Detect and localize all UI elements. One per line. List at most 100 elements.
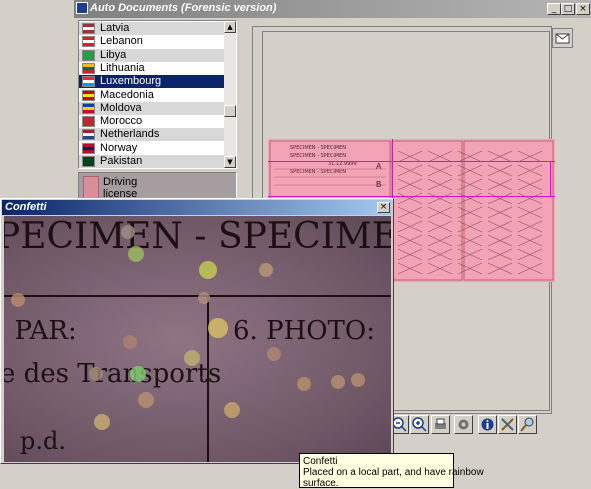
country-list[interactable]: Latvia Lebanon Libya Lithuania Luxembourg Mac… xyxy=(78,20,237,169)
magnifier-icon xyxy=(520,417,534,432)
flag-icon xyxy=(82,36,95,48)
confetti-dot xyxy=(331,375,345,389)
close-button[interactable]: × xyxy=(576,3,590,15)
confetti-dot xyxy=(208,318,228,338)
country-item-latvia[interactable]: Latvia xyxy=(79,22,224,35)
scroll-up-arrow-icon[interactable]: ▲ xyxy=(224,21,236,33)
cross-mark xyxy=(427,206,453,219)
svg-text:SPECIMEN - SPECIMEN: SPECIMEN - SPECIMEN xyxy=(290,145,346,151)
confetti-dot xyxy=(351,373,365,387)
scroll-down-arrow-icon[interactable]: ▼ xyxy=(224,156,236,168)
country-item-lithuania[interactable]: Lithuania xyxy=(79,62,224,75)
confetti-dot xyxy=(184,350,200,366)
cross-mark xyxy=(517,220,543,233)
flag-icon xyxy=(82,116,95,128)
country-list-scrollbar[interactable]: ▲ ▼ xyxy=(224,21,236,168)
flag-icon xyxy=(82,76,95,88)
country-item-netherlands[interactable]: Netherlands xyxy=(79,128,224,142)
settings-button[interactable] xyxy=(454,415,473,434)
driving-license-thumbnail-icon xyxy=(83,176,99,200)
flag-icon xyxy=(82,102,95,114)
country-name: Luxembourg xyxy=(100,75,162,88)
confetti-dot xyxy=(297,377,311,391)
cross-mark xyxy=(487,192,513,205)
country-name: Norway xyxy=(100,141,138,154)
confetti-window: Confetti × PECIMEN - SPECIMEN . PAR: 6. … xyxy=(0,198,394,464)
confetti-dot xyxy=(128,246,144,262)
envelope-icon xyxy=(555,33,570,44)
zoom-in-button[interactable] xyxy=(410,415,429,434)
confetti-magnified-image[interactable]: PECIMEN - SPECIMEN . PAR: 6. PHOTO: e de… xyxy=(4,216,391,462)
minimize-button[interactable]: _ xyxy=(547,3,561,15)
confetti-dot xyxy=(224,402,240,418)
confetti-close-button[interactable]: × xyxy=(377,202,390,213)
country-item-macedonia[interactable]: Macedonia xyxy=(79,89,224,102)
cross-mark xyxy=(427,248,453,261)
envelope-button[interactable] xyxy=(552,28,573,48)
country-item-pakistan[interactable]: Pakistan xyxy=(79,155,224,168)
cross-mark xyxy=(487,262,513,275)
confetti-tooltip: Confetti Placed on a local part, and hav… xyxy=(299,453,484,489)
country-name: Latvia xyxy=(100,22,130,34)
country-item-luxembourg[interactable]: Luxembourg xyxy=(79,75,224,89)
cross-mark xyxy=(517,248,543,261)
cross-mark xyxy=(487,178,513,191)
confetti-dot xyxy=(130,366,146,382)
country-name: Netherlands xyxy=(100,128,160,141)
main-title-bar[interactable]: Auto Documents (Forensic version) _ □ × xyxy=(74,0,591,18)
flag-icon xyxy=(82,62,95,74)
country-item-norway[interactable]: Norway xyxy=(79,142,224,155)
tools-button[interactable] xyxy=(498,415,517,434)
document-type-label: Driving license xyxy=(103,176,138,200)
magnifier-frame-bottom xyxy=(268,196,555,197)
category-label: A xyxy=(376,162,382,171)
window-title: Auto Documents (Forensic version) xyxy=(90,2,277,14)
tooltip-line-1: Placed on a local part, and have rainbow xyxy=(303,467,484,478)
scroll-thumb[interactable] xyxy=(224,105,236,117)
flag-icon xyxy=(82,142,95,154)
cross-mark xyxy=(427,234,453,247)
confetti-dot xyxy=(138,392,154,408)
cross-mark xyxy=(517,206,543,219)
country-name: Lithuania xyxy=(100,61,145,74)
cross-mark xyxy=(517,192,543,205)
tooltip-title: Confetti xyxy=(303,456,338,467)
flag-icon xyxy=(82,49,95,61)
tooltip-line-2: surface. xyxy=(303,478,339,489)
cross-mark xyxy=(517,234,543,247)
maximize-button[interactable]: □ xyxy=(561,3,575,15)
cross-mark xyxy=(487,248,513,261)
cross-mark xyxy=(397,178,423,191)
print-icon xyxy=(435,418,446,429)
confetti-dot xyxy=(94,414,110,430)
cross-mark xyxy=(487,234,513,247)
settings-icon xyxy=(458,419,469,430)
confetti-window-title: Confetti xyxy=(5,201,47,213)
confetti-dot xyxy=(267,347,281,361)
cross-mark xyxy=(517,164,543,177)
country-item-lebanon[interactable]: Lebanon xyxy=(79,35,224,48)
svg-text:SPECIMEN - SPECIMEN: SPECIMEN - SPECIMEN xyxy=(290,169,346,175)
flag-icon xyxy=(82,23,95,34)
confetti-dot xyxy=(121,225,135,239)
cross-mark xyxy=(427,164,453,177)
app-icon xyxy=(76,2,88,14)
country-name: Libya xyxy=(100,48,127,61)
cross-mark xyxy=(397,192,423,205)
cross-mark xyxy=(397,206,423,219)
cross-mark xyxy=(487,164,513,177)
magnifier-frame-top xyxy=(268,161,555,162)
confetti-title-bar[interactable]: Confetti × xyxy=(2,200,392,215)
print-button[interactable] xyxy=(431,415,450,434)
info-button[interactable] xyxy=(478,415,497,434)
cross-mark xyxy=(517,178,543,191)
country-item-morocco[interactable]: Morocco xyxy=(79,115,224,128)
country-name: Macedonia xyxy=(100,88,154,101)
country-item-libya[interactable]: Libya xyxy=(79,48,224,62)
cross-mark xyxy=(427,262,453,275)
country-item-moldova[interactable]: Moldova xyxy=(79,101,224,115)
category-label: B xyxy=(376,180,381,189)
cross-mark xyxy=(427,220,453,233)
cross-mark xyxy=(397,248,423,261)
magnifier-button[interactable] xyxy=(518,415,537,434)
